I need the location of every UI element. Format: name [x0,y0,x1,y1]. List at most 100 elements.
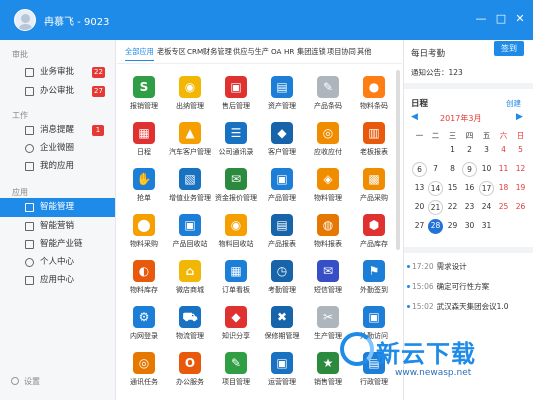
sign-in-button[interactable]: 签到 [494,41,524,56]
calendar-day[interactable]: 16 [462,181,477,196]
app-tile[interactable]: ✉ 短信管理 [305,258,351,302]
app-tile[interactable]: ▣ 产品回收站 [167,212,213,256]
app-tile[interactable]: ▣ 售后管理 [213,74,259,118]
calendar-day[interactable]: 6 [412,162,427,177]
calendar-day[interactable]: 7 [428,162,443,177]
app-tile[interactable]: ▣ 产品管理 [259,166,305,210]
timeline-item[interactable]: 15:02 武汉森天集团会议1.0 [407,301,509,312]
app-tile[interactable]: ▤ 产品报表 [259,212,305,256]
calendar-day[interactable]: 19 [513,181,528,196]
scrollbar[interactable] [396,70,400,250]
app-tile[interactable]: ✋ 抢单 [121,166,167,210]
calendar-day[interactable]: 30 [462,219,477,234]
app-tile[interactable]: ▦ 日程 [121,120,167,164]
calendar-day[interactable]: 28 [428,219,443,234]
app-tile[interactable]: ◆ 客户管理 [259,120,305,164]
calendar-day[interactable]: 13 [412,181,427,196]
tab-other[interactable]: 其他 [357,47,371,57]
app-tile[interactable]: ⚙ 内网登录 [121,304,167,348]
app-tile[interactable]: ◎ 通讯任务 [121,350,167,394]
app-tile[interactable]: ⌂ 微店商城 [167,258,213,302]
calendar-day[interactable]: 12 [513,162,528,177]
calendar-day[interactable]: 29 [445,219,460,234]
tab-group-chain[interactable]: 集团连锁 [297,47,326,57]
tab-crm[interactable]: CRM [187,47,203,56]
app-tile[interactable]: ☰ 公司通讯录 [213,120,259,164]
calendar-day[interactable]: 10 [479,162,494,177]
tab-finance[interactable]: 财务管理 [203,47,232,57]
app-tile[interactable]: ⚑ 外勤签到 [351,258,397,302]
calendar-day[interactable]: 23 [462,200,477,215]
sidebar-item-app-center[interactable]: 应用中心 [0,271,115,290]
sidebar-item-moments[interactable]: 企业微圈 [0,139,115,158]
sidebar-item-business-approval[interactable]: 业务审批 22 [0,63,115,82]
calendar-day[interactable]: 4 [496,143,511,158]
app-tile[interactable]: ▥ 老板报表 [351,120,397,164]
app-tile[interactable]: ◍ 物料报表 [305,212,351,256]
app-tile[interactable]: ◆ 知识分享 [213,304,259,348]
app-tile[interactable]: ✎ 项目管理 [213,350,259,394]
app-tile[interactable]: ⬤ 物料采购 [121,212,167,256]
app-tile[interactable]: ⛟ 物流管理 [167,304,213,348]
app-tile[interactable]: ✖ 保修期管理 [259,304,305,348]
app-tile[interactable]: ▩ 产品采购 [351,166,397,210]
calendar-day[interactable]: 20 [412,200,427,215]
settings-link[interactable]: 设置 [11,376,40,387]
app-tile[interactable]: ◉ 出纳管理 [167,74,213,118]
tab-hr[interactable]: HR [284,47,294,56]
calendar-day[interactable]: 25 [496,200,511,215]
calendar-day[interactable]: 5 [513,143,528,158]
calendar-day[interactable]: 9 [462,162,477,177]
calendar-day[interactable]: 24 [479,200,494,215]
tab-project-collab[interactable]: 项目协同 [327,47,356,57]
app-tile[interactable]: ◎ 应收应付 [305,120,351,164]
app-tile[interactable]: ✉ 资金报价管理 [213,166,259,210]
app-tile[interactable]: ◉ 物料回收站 [213,212,259,256]
calendar-day[interactable]: 1 [445,143,460,158]
app-tile[interactable]: ● 物料条码 [351,74,397,118]
app-tile[interactable]: O 办公服务 [167,350,213,394]
calendar-day[interactable]: 27 [412,219,427,234]
sidebar-item-my-apps[interactable]: 我的应用 [0,157,115,176]
app-tile[interactable]: ▦ 订单看板 [213,258,259,302]
sidebar-item-office-approval[interactable]: 办公审批 27 [0,82,115,101]
calendar-day[interactable]: 14 [428,181,443,196]
app-tile[interactable]: ▤ 资产管理 [259,74,305,118]
notice-text[interactable]: 通知公告：123 [411,67,463,78]
create-event-link[interactable]: 创建 [506,98,521,109]
app-tile[interactable]: ⬢ 产品库存 [351,212,397,256]
prev-month-icon[interactable]: ◀ [411,112,418,122]
app-tile[interactable]: ▲ 汽车客户管理 [167,120,213,164]
app-tile[interactable]: ◷ 考勤管理 [259,258,305,302]
tab-boss-zone[interactable]: 老板专区 [157,47,186,57]
sidebar-item-smart-marketing[interactable]: 智能营销 [0,217,115,236]
minimize-button[interactable]: — [474,12,488,26]
app-tile[interactable]: S 报销管理 [121,74,167,118]
tab-oa[interactable]: OA [271,47,281,56]
calendar-day[interactable]: 21 [428,200,443,215]
calendar-day[interactable]: 26 [513,200,528,215]
calendar-day[interactable]: 31 [479,219,494,234]
calendar-day[interactable]: 11 [496,162,511,177]
calendar-day[interactable]: 8 [445,162,460,177]
calendar-day[interactable]: 15 [445,181,460,196]
calendar-day[interactable]: 22 [445,200,460,215]
tab-all-apps[interactable]: 全部应用 [125,47,154,61]
timeline-item[interactable]: 15:06 确定可行性方案 [407,281,489,292]
app-tile[interactable]: ◐ 物料库存 [121,258,167,302]
app-tile[interactable]: ✎ 产品条码 [305,74,351,118]
calendar-day[interactable]: 18 [496,181,511,196]
app-tile[interactable]: ▣ 运营管理 [259,350,305,394]
calendar-day[interactable]: 3 [479,143,494,158]
tab-supply-production[interactable]: 供应与生产 [233,47,269,57]
sidebar-item-smart-management[interactable]: 智能管理 [0,198,115,217]
calendar-day[interactable]: 2 [462,143,477,158]
sidebar-item-smart-industry-chain[interactable]: 智能产业链 [0,235,115,254]
app-tile[interactable]: ▧ 增值业务管理 [167,166,213,210]
app-tile[interactable]: ◈ 物料管理 [305,166,351,210]
sidebar-item-messages[interactable]: 消息提醒 1 [0,121,115,140]
maximize-button[interactable]: □ [494,12,508,26]
sidebar-item-personal-center[interactable]: 个人中心 [0,253,115,272]
timeline-item[interactable]: 17:20 需求设计 [407,261,467,272]
close-button[interactable]: ✕ [513,12,527,26]
